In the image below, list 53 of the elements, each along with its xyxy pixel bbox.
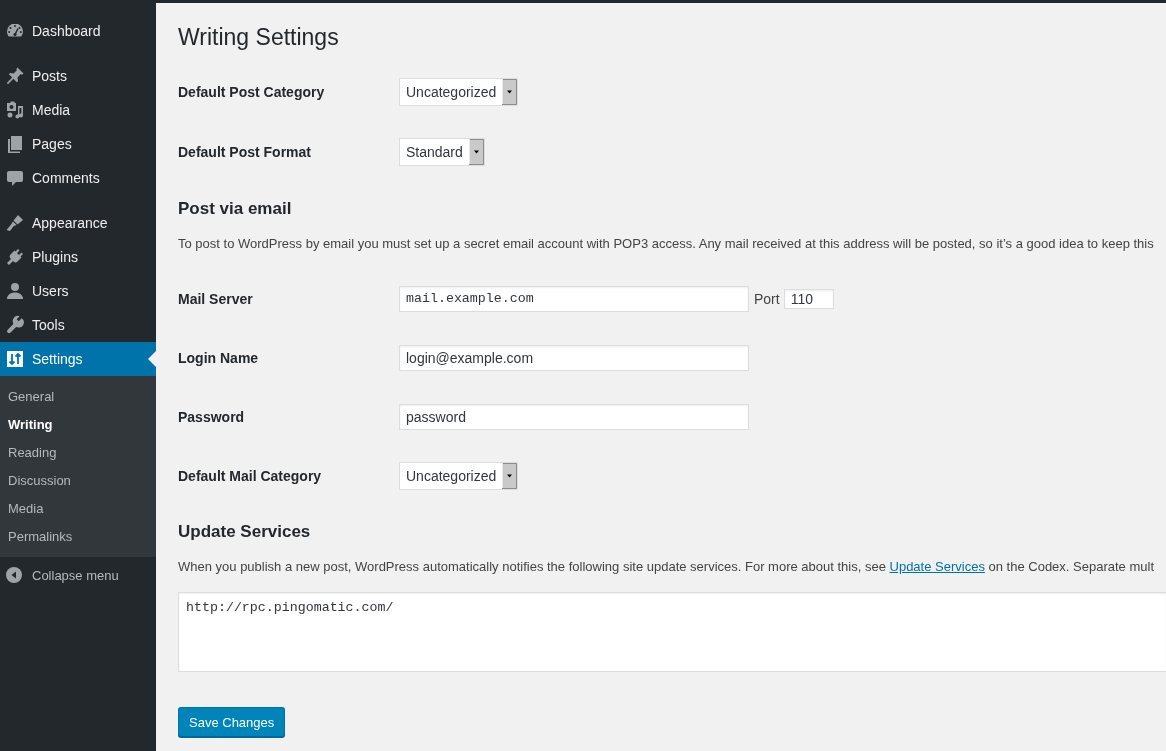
wrench-icon <box>5 315 25 335</box>
menu-item[interactable]: Plugins <box>0 240 156 274</box>
page-title: Writing Settings <box>178 23 339 52</box>
menu-item[interactable]: Settings <box>0 342 156 376</box>
submenu-item[interactable]: General <box>0 383 156 411</box>
text-field[interactable]: password <box>399 403 749 430</box>
inline-link[interactable]: Update Services <box>889 559 985 574</box>
user-icon <box>5 281 25 301</box>
field-label: Login Name <box>178 349 259 366</box>
dropdown-arrow-icon <box>502 462 518 489</box>
dropdown-arrow-icon <box>502 79 518 105</box>
plug-icon <box>5 247 25 267</box>
speech-bubble-icon <box>5 168 25 188</box>
camera-note-icon <box>5 100 25 120</box>
submenu-item[interactable]: Writing <box>0 411 156 439</box>
field-label: Default Mail Category <box>178 467 322 484</box>
menu-item[interactable]: Posts <box>0 59 156 93</box>
documents-icon <box>5 134 25 154</box>
dropdown[interactable]: Uncategorized <box>399 78 519 106</box>
submenu-item[interactable]: Discussion <box>0 467 156 495</box>
submenu-item[interactable]: Media <box>0 495 156 523</box>
text-field[interactable]: login@example.com <box>399 344 749 371</box>
field-label: Default Post Format <box>178 144 311 160</box>
submenu-item[interactable]: Reading <box>0 439 156 467</box>
menu-item[interactable]: Media <box>0 93 156 127</box>
field-label: Default Post Category <box>178 84 325 100</box>
menu-item[interactable]: Users <box>0 274 156 308</box>
pointer-triangle-icon <box>148 351 156 367</box>
dropdown-arrow-icon <box>468 139 484 165</box>
menu-item[interactable]: Comments <box>0 161 156 195</box>
dropdown[interactable]: Uncategorized <box>399 461 519 490</box>
textarea-field[interactable]: http://rpc.pingomatic.com/ <box>178 592 1166 672</box>
collapse-menu-button[interactable]: Collapse menu <box>0 558 156 592</box>
menu-item[interactable]: Appearance <box>0 206 156 240</box>
dropdown[interactable]: Standard <box>399 138 485 166</box>
section-heading: Post via email <box>178 198 292 220</box>
text-field[interactable]: mail.example.com <box>399 285 749 312</box>
field-label: Password <box>178 408 245 425</box>
menu-item[interactable]: Dashboard <box>0 14 156 48</box>
sliders-icon <box>5 349 25 369</box>
port-label: Port <box>754 290 780 307</box>
menu-item[interactable]: Tools <box>0 308 156 342</box>
pin-icon <box>5 66 25 86</box>
save-button[interactable]: Save Changes <box>178 707 286 737</box>
port-field[interactable]: 110 <box>783 288 834 309</box>
section-heading: Update Services <box>178 521 311 543</box>
circle-arrow-left-icon <box>6 567 22 583</box>
submenu-item[interactable]: Permalinks <box>0 523 156 551</box>
description-text: When you publish a new post, WordPress automatically notifies the following site update services. For more about this, see Update Services on the Codex. Separate mult <box>178 558 1154 576</box>
description-text: To post to WordPress by email you must set up a secret email account with POP3 access. Any mail received at this address will be posted, so it’s a good idea to keep this <box>178 235 1154 253</box>
menu-item[interactable]: Pages <box>0 127 156 161</box>
field-label: Mail Server <box>178 290 253 307</box>
brush-icon <box>5 213 25 233</box>
